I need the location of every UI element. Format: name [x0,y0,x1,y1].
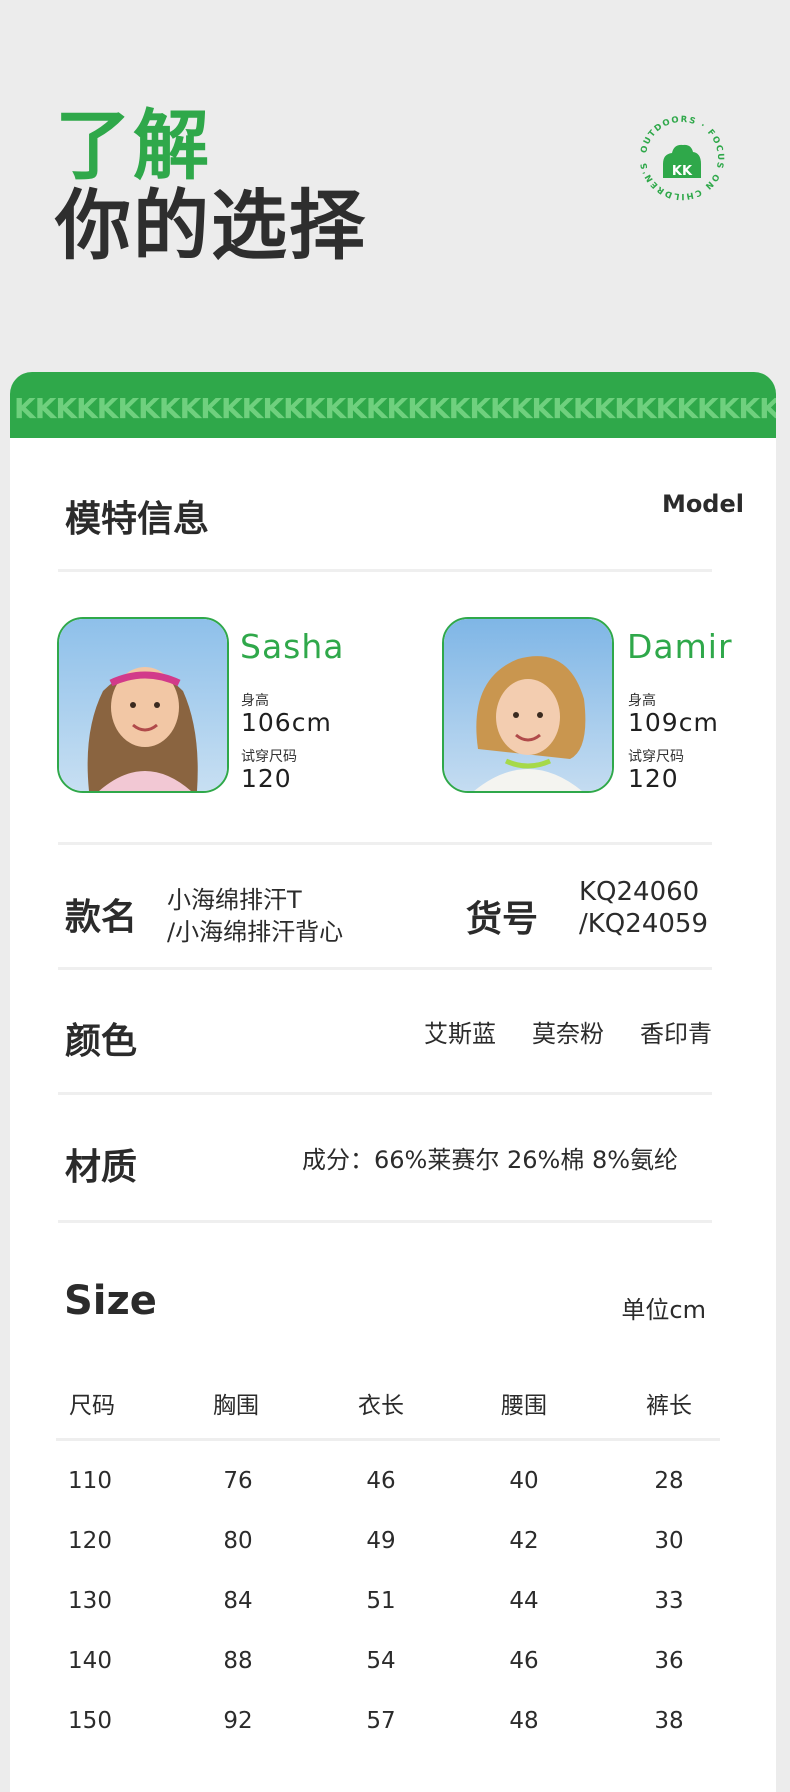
model-section-title: 模特信息 [65,499,210,540]
size-col-header: 衣长 [358,1393,404,1419]
product-code-line1: KQ24060 [579,877,700,907]
info-card: KKKKKKKKKKKKKKKKKKKKKKKKKKKKKKKKKKKKKK [10,372,776,1792]
green-band: KKKKKKKKKKKKKKKKKKKKKKKKKKKKKKKKKKKKKK [10,372,776,438]
size-cell: 110 [68,1468,112,1494]
size-cell: 33 [654,1588,684,1614]
size-cell: 30 [654,1528,684,1554]
size-cell: 80 [223,1528,253,1554]
divider [58,1092,712,1095]
size-cell: 88 [223,1648,253,1674]
size-cell: 150 [68,1708,112,1734]
product-name-line1: 小海绵排汗T [167,886,302,914]
size-table-rule [56,1438,720,1441]
size-cell: 51 [366,1588,396,1614]
size-col-header: 胸围 [213,1393,259,1419]
chevron-pattern: KKKKKKKKKKKKKKKKKKKKKKKKKKKKKKKKKKKKKK [14,394,776,424]
size-cell: 48 [509,1708,539,1734]
product-code-label: 货号 [466,899,539,940]
size-cell: 44 [509,1588,539,1614]
size-cell: 76 [223,1468,253,1494]
model-photo-damir [442,617,614,793]
model-size-label: 试穿尺码 [628,749,684,765]
model-size-value: 120 [628,764,679,793]
model-size-label: 试穿尺码 [241,749,297,765]
size-cell: 120 [68,1528,112,1554]
product-code-line2: /KQ24059 [579,909,708,939]
hero-title: 你的选择 [55,181,367,270]
size-col-header: 腰围 [501,1393,547,1419]
size-col-header: 裤长 [646,1393,692,1419]
model-name-damir: Damir [627,627,733,666]
size-cell: 140 [68,1648,112,1674]
hero-title-accent: 了解 [55,101,211,190]
model-size-value: 120 [241,764,292,793]
size-cell: 92 [223,1708,253,1734]
kk-logo-icon: OUTDOORS · FOCUS ON CHILDREN'S KK [639,115,723,201]
size-cell: 57 [366,1708,396,1734]
size-unit: 单位cm [621,1296,706,1324]
size-cell: 46 [366,1468,396,1494]
model-name-sasha: Sasha [240,627,345,666]
color-option: 香印青 [640,1020,712,1048]
model-height-label: 身高 [241,693,269,709]
size-cell: 84 [223,1588,253,1614]
color-option: 莫奈粉 [532,1020,604,1048]
size-cell: 49 [366,1528,396,1554]
material-value: 成分：66%莱赛尔 26%棉 8%氨纶 [302,1146,679,1174]
svg-text:KK: KK [672,164,693,179]
size-cell: 130 [68,1588,112,1614]
model-height-label: 身高 [628,693,656,709]
size-cell: 46 [509,1648,539,1674]
size-cell: 42 [509,1528,539,1554]
model-height-value: 109cm [628,708,719,737]
material-label: 材质 [65,1147,138,1188]
divider [58,569,712,572]
size-cell: 38 [654,1708,684,1734]
model-height-value: 106cm [241,708,332,737]
size-cell: 28 [654,1468,684,1494]
size-col-header: 尺码 [69,1393,115,1419]
product-name-label: 款名 [65,897,138,938]
svg-text:KKKKKKKKKKKKKKKKKKKKKKKKKKKKKK: KKKKKKKKKKKKKKKKKKKKKKKKKKKKKKKKKKKKKK [14,394,776,424]
size-cell: 40 [509,1468,539,1494]
color-label: 颜色 [65,1021,138,1062]
divider [58,967,712,970]
model-photo-sasha [57,617,229,793]
product-name-line2: /小海绵排汗背心 [167,918,344,946]
size-cell: 54 [366,1648,396,1674]
size-title: Size [64,1278,157,1324]
divider [58,1220,712,1223]
divider [58,842,712,845]
color-option: 艾斯蓝 [424,1020,496,1048]
size-cell: 36 [654,1648,684,1674]
model-section-title-en: Model [661,490,744,518]
